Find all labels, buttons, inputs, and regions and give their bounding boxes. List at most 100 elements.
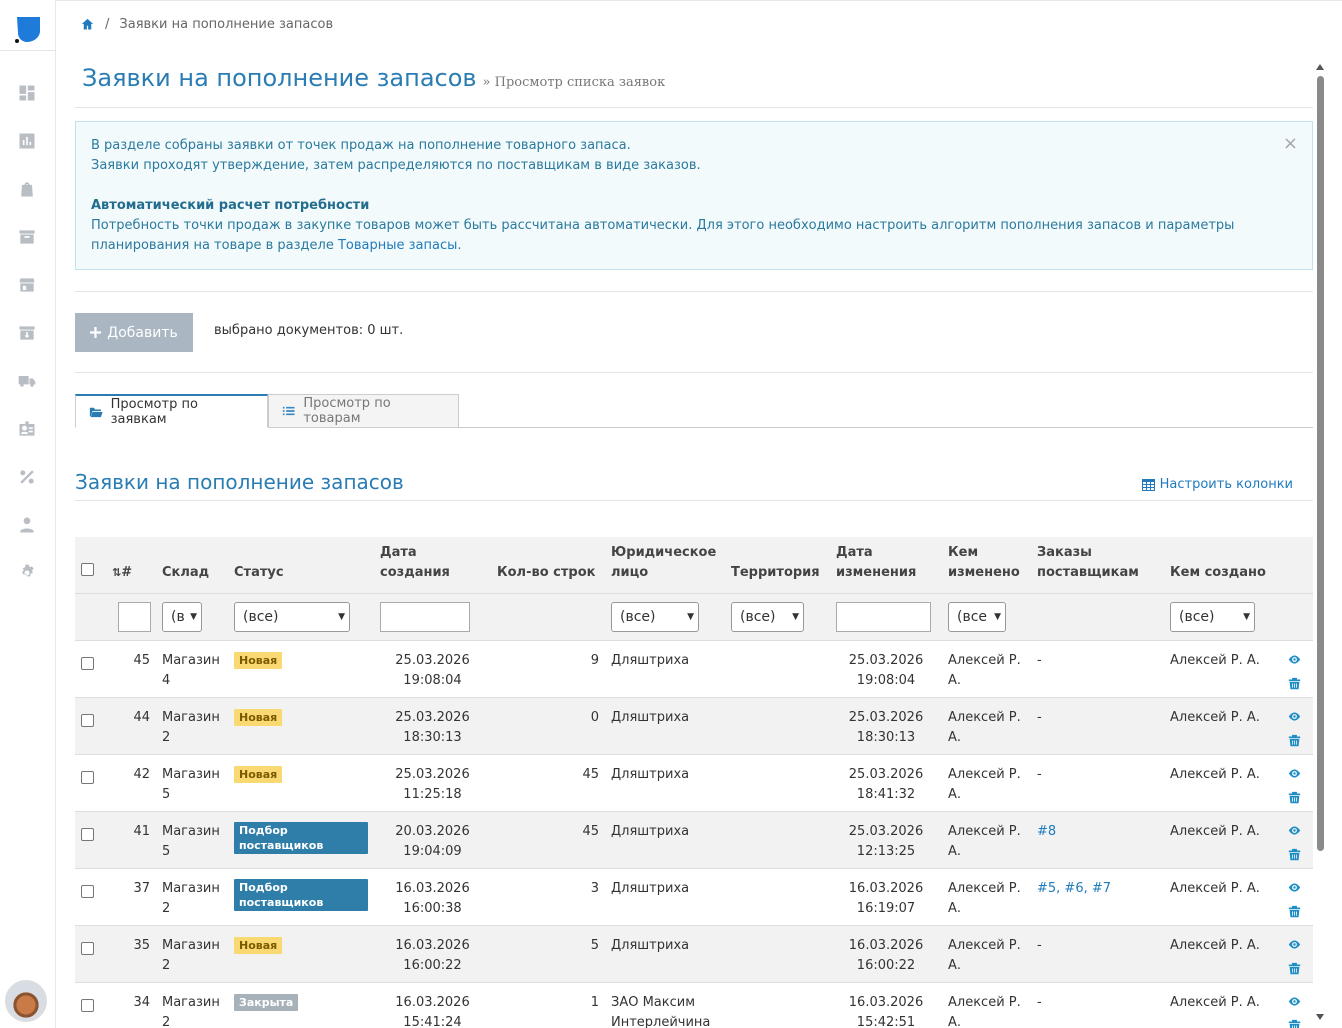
- status-badge: Новая: [234, 708, 283, 726]
- settings-gear-icon[interactable]: [16, 562, 38, 584]
- view-eye-icon[interactable]: [1288, 995, 1301, 1015]
- archive-icon[interactable]: [16, 226, 38, 248]
- discount-percent-icon[interactable]: [16, 466, 38, 488]
- configure-columns-link[interactable]: Настроить колонки: [1141, 477, 1293, 492]
- view-eye-icon[interactable]: [1288, 881, 1301, 901]
- row-warehouse: Магазин 2: [156, 697, 228, 755]
- filter-status-select[interactable]: (все) ▼: [234, 601, 350, 632]
- add-button[interactable]: Добавить: [75, 313, 193, 352]
- filter-warehouse-select[interactable]: (все)▼: [162, 601, 202, 632]
- app-logo-icon[interactable]: [14, 15, 42, 45]
- view-eye-icon[interactable]: [1288, 824, 1301, 844]
- select-all-checkbox[interactable]: [81, 562, 94, 576]
- delete-trash-icon[interactable]: [1288, 791, 1301, 811]
- row-created-by: Алексей Р. А.: [1164, 697, 1276, 755]
- row-legal: Дляштриха: [605, 640, 725, 698]
- row-id: 35: [106, 925, 156, 983]
- view-eye-icon[interactable]: [1288, 653, 1301, 673]
- scroll-thumb[interactable]: [1317, 76, 1324, 851]
- table-row[interactable]: 35 Магазин 2 Новая 16.03.2026 16:00:22 5 Д…: [75, 925, 1313, 983]
- row-changed-by: Алексей Р. А.: [942, 982, 1031, 1028]
- filter-territory-select[interactable]: (все) ▼: [731, 601, 804, 632]
- col-created-by[interactable]: Кем создано: [1164, 537, 1276, 593]
- row-changed: 25.03.2026 12:13:25: [830, 811, 942, 869]
- view-eye-icon[interactable]: [1288, 767, 1301, 787]
- row-checkbox[interactable]: [81, 941, 94, 955]
- scroll-up-arrow[interactable]: [1316, 64, 1324, 70]
- filter-row: (все)▼ (все)▼ (все)▼ (все)▼ (все)▼ (все)…: [75, 592, 1313, 641]
- view-eye-icon[interactable]: [1288, 710, 1301, 730]
- row-checkbox[interactable]: [81, 884, 94, 898]
- filter-changed-input[interactable]: [836, 601, 931, 632]
- folder-open-icon: [89, 407, 103, 417]
- delete-trash-icon[interactable]: [1288, 905, 1301, 925]
- row-changed: 16.03.2026 16:00:22: [830, 925, 942, 983]
- row-territory: [725, 640, 830, 698]
- tab-by-products[interactable]: Просмотр по товарам: [268, 394, 459, 428]
- filter-id-input[interactable]: [118, 601, 151, 632]
- table-row[interactable]: 34 Магазин 2 Закрыта 16.03.2026 15:41:24 1…: [75, 982, 1313, 1028]
- col-legal: Юридическое лицо: [605, 537, 725, 593]
- row-id: 37: [106, 868, 156, 926]
- col-warehouse[interactable]: Склад: [156, 537, 228, 593]
- requests-table: ⇅# Склад Статус Дата создания Кол-во стро…: [75, 537, 1313, 1028]
- row-checkbox[interactable]: [81, 713, 94, 727]
- row-actions: [1276, 925, 1313, 983]
- row-orders: -: [1031, 925, 1164, 983]
- row-orders: -: [1031, 982, 1164, 1028]
- col-changed[interactable]: Дата изменения: [830, 537, 942, 593]
- alert-close-button[interactable]: ×: [1283, 134, 1298, 154]
- shopping-bag-icon[interactable]: [16, 178, 38, 200]
- col-status[interactable]: Статус: [228, 537, 374, 593]
- inventory-box-icon[interactable]: [16, 322, 38, 344]
- stock-link[interactable]: Товарные запасы: [338, 238, 457, 253]
- row-created: 16.03.2026 16:00:22: [374, 925, 491, 983]
- table-row[interactable]: 37 Магазин 2 Подбор поставщиков 16.03.202…: [75, 868, 1313, 926]
- page-scrollbar[interactable]: [1314, 62, 1326, 1022]
- tab-by-requests[interactable]: Просмотр по заявкам: [75, 394, 268, 428]
- row-warehouse: Магазин 5: [156, 754, 228, 812]
- breadcrumb-separator: /: [105, 17, 110, 32]
- view-eye-icon[interactable]: [1288, 938, 1301, 958]
- supplier-orders-link[interactable]: #5, #6, #7: [1037, 881, 1111, 896]
- delete-trash-icon[interactable]: [1288, 962, 1301, 982]
- delete-trash-icon[interactable]: [1288, 848, 1301, 868]
- delete-trash-icon[interactable]: [1288, 1019, 1301, 1028]
- row-status: Подбор поставщиков: [228, 868, 374, 926]
- dashboard-icon[interactable]: [16, 82, 38, 104]
- table-row[interactable]: 45 Магазин 4 Новая 25.03.2026 19:08:04 9 Д…: [75, 640, 1313, 698]
- table-row[interactable]: 44 Магазин 2 Новая 25.03.2026 18:30:13 0 Д…: [75, 697, 1313, 755]
- store-icon[interactable]: [16, 274, 38, 296]
- col-territory: Территория: [725, 537, 830, 593]
- table-row[interactable]: 42 Магазин 5 Новая 25.03.2026 11:25:18 45 …: [75, 754, 1313, 812]
- reports-icon[interactable]: [16, 130, 38, 152]
- supplier-orders-link[interactable]: #8: [1037, 824, 1056, 839]
- table-row[interactable]: 41 Магазин 5 Подбор поставщиков 20.03.202…: [75, 811, 1313, 869]
- row-id: 41: [106, 811, 156, 869]
- row-checkbox[interactable]: [81, 656, 94, 670]
- contacts-card-icon[interactable]: [16, 418, 38, 440]
- user-icon[interactable]: [16, 514, 38, 536]
- filter-changed-by-select[interactable]: (все)▼: [948, 601, 1006, 632]
- row-changed: 25.03.2026 18:30:13: [830, 697, 942, 755]
- row-orders: -: [1031, 754, 1164, 812]
- home-icon[interactable]: [80, 17, 95, 32]
- status-badge: Закрыта: [234, 993, 299, 1011]
- col-changed-by[interactable]: Кем изменено: [942, 537, 1031, 593]
- filter-created-by-select[interactable]: (все) ▼: [1170, 601, 1255, 632]
- row-changed-by: Алексей Р. А.: [942, 697, 1031, 755]
- filter-legal-select[interactable]: (все) ▼: [611, 601, 699, 632]
- delete-trash-icon[interactable]: [1288, 734, 1301, 754]
- row-checkbox[interactable]: [81, 998, 94, 1012]
- row-checkbox[interactable]: [81, 770, 94, 784]
- delete-trash-icon[interactable]: [1288, 677, 1301, 697]
- row-checkbox[interactable]: [81, 827, 94, 841]
- delivery-truck-icon[interactable]: [16, 370, 38, 392]
- divider: [75, 291, 1313, 292]
- col-id[interactable]: ⇅#: [106, 537, 156, 593]
- row-legal: Дляштриха: [605, 754, 725, 812]
- scroll-down-arrow[interactable]: [1316, 1014, 1324, 1020]
- user-avatar[interactable]: [5, 980, 47, 1022]
- col-created[interactable]: Дата создания: [374, 537, 491, 593]
- filter-created-input[interactable]: [380, 601, 470, 632]
